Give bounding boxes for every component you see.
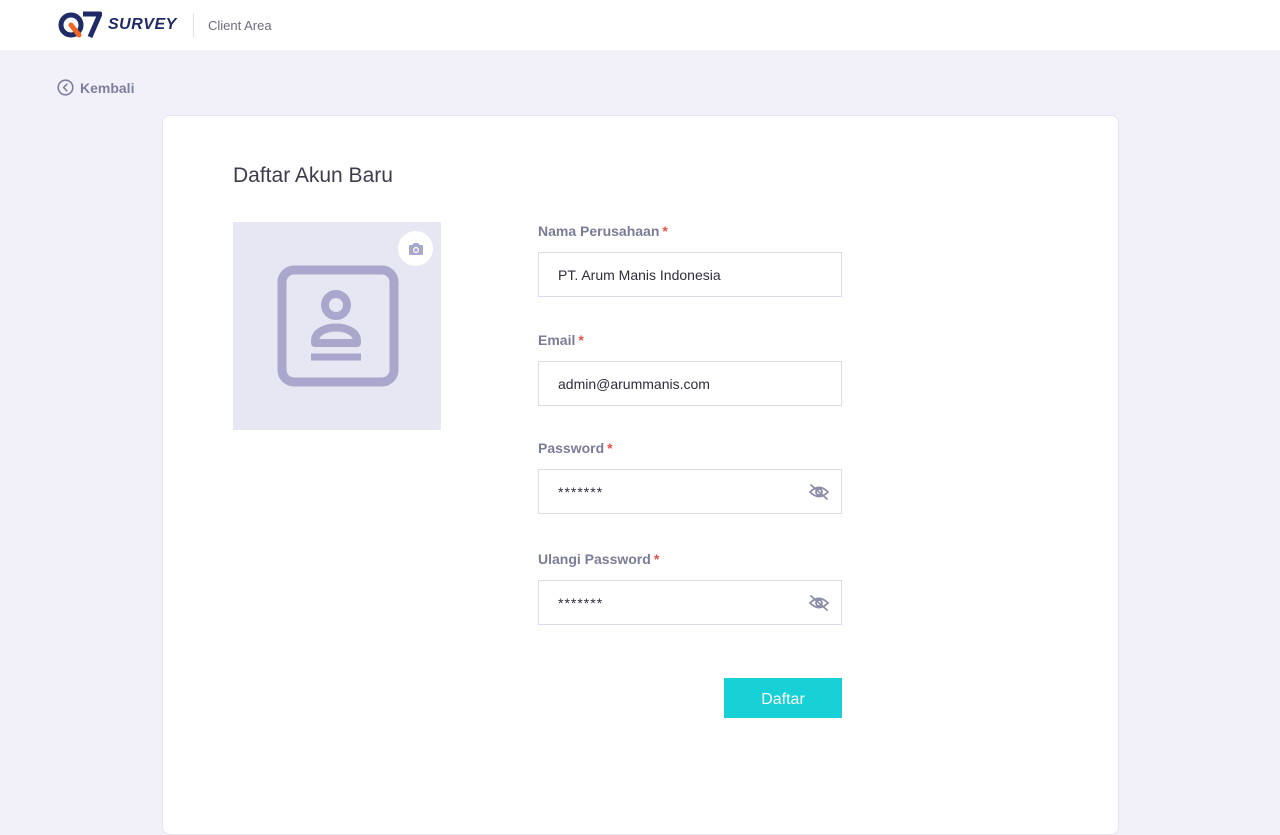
company-name-input-box bbox=[538, 252, 842, 297]
logo-wordmark: SURVEY bbox=[108, 16, 177, 33]
required-asterisk: * bbox=[653, 551, 660, 567]
top-bar: SURVEY Client Area bbox=[0, 0, 1280, 50]
company-name-field: Nama Perusahaan * bbox=[538, 223, 842, 297]
company-name-input[interactable] bbox=[558, 266, 798, 283]
confirm-password-input[interactable] bbox=[558, 594, 798, 611]
required-asterisk: * bbox=[578, 332, 584, 348]
password-label: Password * bbox=[538, 440, 613, 456]
email-label: Email * bbox=[538, 332, 584, 348]
header-divider bbox=[193, 13, 194, 37]
required-asterisk: * bbox=[607, 440, 613, 456]
confirm-password-label: Ulangi Password * bbox=[538, 551, 660, 567]
required-asterisk: * bbox=[662, 223, 668, 239]
back-link[interactable]: Kembali bbox=[57, 79, 134, 96]
email-input-box bbox=[538, 361, 842, 406]
back-label: Kembali bbox=[80, 79, 135, 96]
confirm-password-field: Ulangi Password * bbox=[538, 551, 842, 625]
chevron-left-circle-icon bbox=[57, 79, 74, 96]
q7-logo-mark-icon bbox=[58, 11, 102, 38]
register-button[interactable]: Daftar bbox=[724, 678, 842, 718]
password-input-box bbox=[538, 469, 842, 514]
confirm-password-input-box bbox=[538, 580, 842, 625]
contact-card-icon bbox=[277, 265, 399, 387]
camera-button[interactable] bbox=[398, 231, 433, 266]
register-card: Daftar Akun Baru Nama Perusahaan* Email* bbox=[162, 115, 1119, 835]
client-area-label: Client Area bbox=[208, 18, 272, 33]
profile-photo-upload[interactable] bbox=[233, 222, 441, 430]
eye-off-icon[interactable] bbox=[808, 483, 830, 501]
eye-off-icon[interactable] bbox=[808, 594, 830, 612]
camera-icon bbox=[408, 242, 423, 255]
email-field: Email * bbox=[538, 332, 842, 406]
company-name-label: Nama Perusahaan * bbox=[538, 223, 668, 239]
q7-survey-logo[interactable]: SURVEY bbox=[58, 11, 177, 39]
email-input[interactable] bbox=[558, 375, 798, 392]
password-input[interactable] bbox=[558, 483, 798, 500]
page-title: Daftar Akun Baru bbox=[233, 164, 393, 187]
password-field: Password * bbox=[538, 440, 842, 514]
